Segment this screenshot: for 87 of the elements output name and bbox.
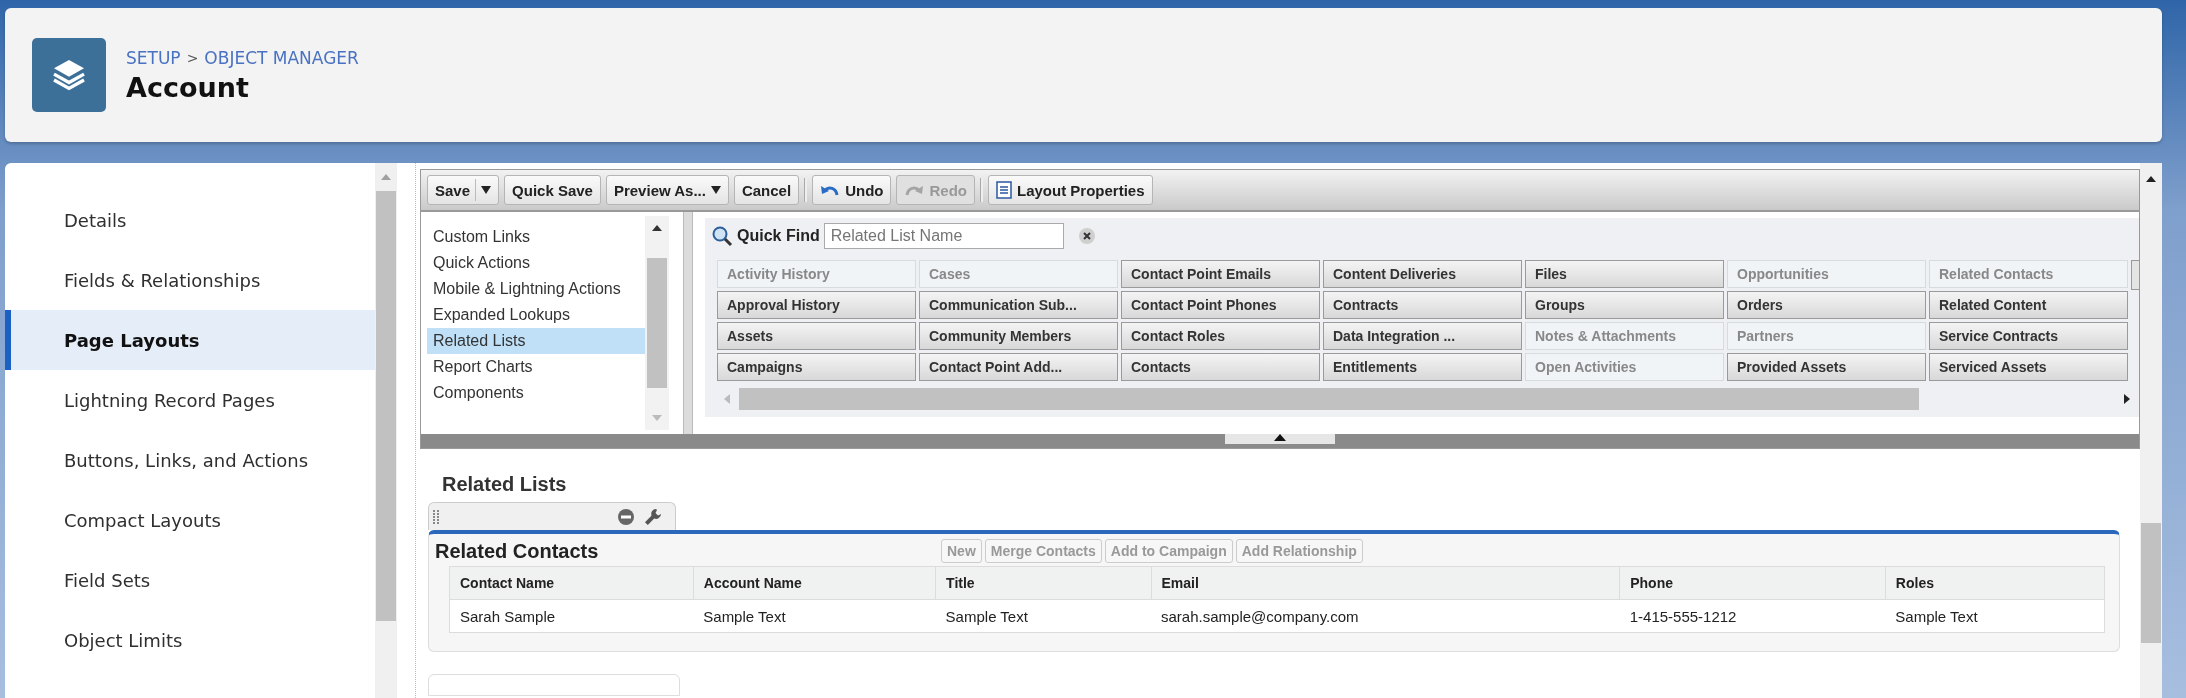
column-header: Email xyxy=(1151,566,1620,600)
palette-item[interactable]: Entitlements xyxy=(1323,353,1522,381)
sidebar-item[interactable]: Buttons, Links, and Actions xyxy=(5,430,375,490)
breadcrumb-link[interactable]: OBJECT MANAGER xyxy=(204,47,359,68)
palette-item[interactable]: Service Contracts xyxy=(1929,322,2128,350)
palette-item[interactable]: Contracts xyxy=(1323,291,1522,319)
grip-icon[interactable] xyxy=(433,508,439,525)
table-cell: Sample Text xyxy=(693,599,936,633)
caret-icon xyxy=(710,186,721,194)
palette-category[interactable]: Related Lists xyxy=(427,328,645,354)
column-header: Contact Name xyxy=(449,566,694,600)
breadcrumb-separator: > xyxy=(186,49,199,66)
palette-item[interactable]: Contact Point Emails xyxy=(1121,260,1320,288)
section-heading: Related Lists xyxy=(441,473,568,496)
palette-category[interactable]: Custom Links xyxy=(427,224,645,250)
palette-item[interactable]: Contact Point Add... xyxy=(919,353,1118,381)
palette-category[interactable]: Mobile & Lightning Actions xyxy=(427,276,645,302)
quick-find-field[interactable]: Related List Name xyxy=(823,223,1064,249)
palette-category[interactable]: Quick Actions xyxy=(427,250,645,276)
breadcrumb-link[interactable]: SETUP xyxy=(126,47,181,68)
remove-icon[interactable] xyxy=(617,507,635,526)
scroll-up-icon[interactable] xyxy=(651,224,663,232)
sidebar-item[interactable]: Fields & Relationships xyxy=(5,250,375,310)
splitter-bar[interactable] xyxy=(683,212,693,434)
scrollbar[interactable] xyxy=(645,216,669,430)
related-list-title: Related Contacts xyxy=(435,539,600,563)
drag-tab[interactable] xyxy=(428,502,676,530)
column-header: Title xyxy=(935,566,1152,600)
collapse-handle[interactable] xyxy=(1225,434,1335,444)
toolbar-button[interactable]: Cancel xyxy=(733,175,800,205)
scrollbar-thumb[interactable] xyxy=(739,388,1919,410)
scroll-down-icon[interactable] xyxy=(651,414,663,422)
column-header: Phone xyxy=(1619,566,1886,600)
palette-item[interactable]: Contact Point Phones xyxy=(1121,291,1320,319)
sidebar-item[interactable]: Lightning Record Pages xyxy=(5,370,375,430)
sidebar-item[interactable]: Field Sets xyxy=(5,550,375,610)
palette-item[interactable]: Campaigns xyxy=(717,353,916,381)
palette-item[interactable]: Data Integration ... xyxy=(1323,322,1522,350)
search-icon xyxy=(711,225,733,247)
palette-category[interactable]: Expanded Lookups xyxy=(427,302,645,328)
preview-as-button[interactable]: Preview As... xyxy=(605,175,729,205)
clear-icon[interactable] xyxy=(1077,227,1096,245)
sidebar-item[interactable]: Object Limits xyxy=(5,610,375,670)
scrollbar[interactable] xyxy=(2140,163,2162,698)
sidebar-item[interactable]: Compact Layouts xyxy=(5,490,375,550)
table-cell: Sarah Sample xyxy=(449,599,694,633)
table-cell: sarah.sample@company.com xyxy=(1151,599,1620,633)
undo-button[interactable]: Undo xyxy=(812,175,892,205)
scroll-up-icon[interactable] xyxy=(2145,175,2157,183)
palette-item[interactable]: Approval History xyxy=(717,291,916,319)
scrollbar-thumb[interactable] xyxy=(647,258,667,388)
palette-item[interactable]: Contact Roles xyxy=(1121,322,1320,350)
palette-item[interactable]: Contacts xyxy=(1121,353,1320,381)
object-title: Account xyxy=(126,71,250,103)
table-cell: 1-415-555-1212 xyxy=(1619,599,1886,633)
layers-icon xyxy=(32,38,106,112)
palette-item[interactable]: Related Content xyxy=(1929,291,2128,319)
scrollbar[interactable] xyxy=(375,163,397,698)
scrollbar-thumb[interactable] xyxy=(2141,523,2161,643)
palette-item[interactable]: Files xyxy=(1525,260,1724,288)
caret-icon xyxy=(481,186,492,194)
quick-find-label: Quick Find xyxy=(737,227,820,245)
palette-item[interactable]: Serviced Assets xyxy=(1929,353,2128,381)
palette-item[interactable]: Assets xyxy=(717,322,916,350)
palette-item[interactable]: Content Deliveries xyxy=(1323,260,1522,288)
toolbar-button[interactable]: Quick Save xyxy=(504,175,601,205)
palette-item[interactable]: Community Members xyxy=(919,322,1118,350)
palette-item[interactable]: Provided Assets xyxy=(1727,353,1926,381)
save-button[interactable]: Save xyxy=(427,175,500,205)
palette-item[interactable]: Communication Sub... xyxy=(919,291,1118,319)
palette-category[interactable]: Components xyxy=(427,380,645,406)
sidebar-item[interactable]: Page Layouts xyxy=(5,310,375,370)
scrollbar-thumb[interactable] xyxy=(376,191,396,621)
scrollbar[interactable] xyxy=(705,381,2139,417)
scroll-left-icon[interactable] xyxy=(723,393,731,405)
table-cell: Sample Text xyxy=(1885,599,2105,633)
palette-category[interactable]: Report Charts xyxy=(427,354,645,380)
scroll-right-icon[interactable] xyxy=(2123,393,2131,405)
wrench-icon[interactable] xyxy=(643,506,663,527)
palette-item[interactable]: Groups xyxy=(1525,291,1724,319)
sidebar-item[interactable]: Details xyxy=(5,190,375,250)
column-header: Account Name xyxy=(693,566,936,600)
table-cell: Sample Text xyxy=(935,599,1152,633)
document-icon xyxy=(995,181,1012,199)
column-header: Roles xyxy=(1885,566,2105,600)
layout-properties-button[interactable]: Layout Properties xyxy=(987,175,1153,205)
palette-item[interactable]: Orders xyxy=(1727,291,1926,319)
